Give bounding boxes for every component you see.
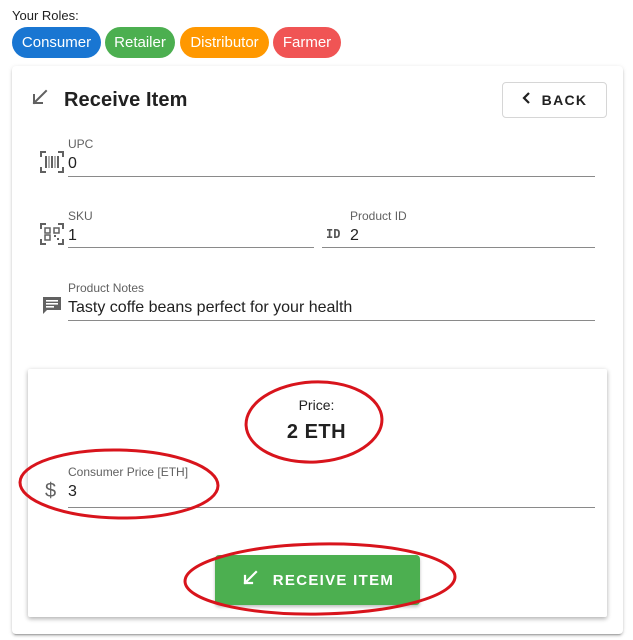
back-button-label: BACK [541, 92, 588, 108]
product-notes-label: Product Notes [68, 281, 145, 295]
upc-label: UPC [68, 137, 94, 151]
role-chip-consumer[interactable]: Consumer [12, 27, 101, 58]
product-notes-underline [68, 320, 595, 321]
sku-input[interactable]: 1 [68, 227, 77, 245]
consumer-price-input[interactable]: 3 [68, 483, 77, 501]
barcode-icon [40, 151, 64, 178]
sku-label: SKU [68, 209, 93, 223]
back-button[interactable]: BACK [502, 82, 607, 118]
role-chip-retailer[interactable]: Retailer [105, 27, 175, 58]
message-icon [41, 295, 63, 322]
qrcode-icon [40, 223, 64, 250]
consumer-price-label: Consumer Price [ETH] [68, 465, 189, 479]
price-label: Price: [298, 397, 335, 413]
role-chip-farmer[interactable]: Farmer [273, 27, 341, 58]
product-id-input[interactable]: 2 [350, 227, 359, 245]
product-id-underline [322, 247, 595, 248]
product-notes-input[interactable]: Tasty coffe beans perfect for your healt… [68, 299, 352, 317]
consumer-price-underline [68, 507, 595, 508]
roles-label: Your Roles: [12, 8, 79, 23]
upc-input[interactable]: 0 [68, 155, 77, 173]
role-chip-distributor[interactable]: Distributor [180, 27, 269, 58]
chevron-left-icon [522, 91, 532, 109]
id-icon: ID [326, 227, 341, 241]
arrow-bottom-left-icon [241, 569, 259, 592]
page-title: Receive Item [64, 89, 188, 111]
receive-item-button[interactable]: RECEIVE ITEM [215, 555, 420, 605]
upc-underline [68, 176, 595, 177]
receive-item-button-label: RECEIVE ITEM [272, 571, 395, 589]
dollar-icon: $ [45, 480, 57, 502]
price-value: 2 ETH [286, 421, 347, 443]
arrow-bottom-left-icon [30, 88, 50, 108]
sku-underline [68, 247, 314, 248]
product-id-label: Product ID [350, 209, 407, 223]
